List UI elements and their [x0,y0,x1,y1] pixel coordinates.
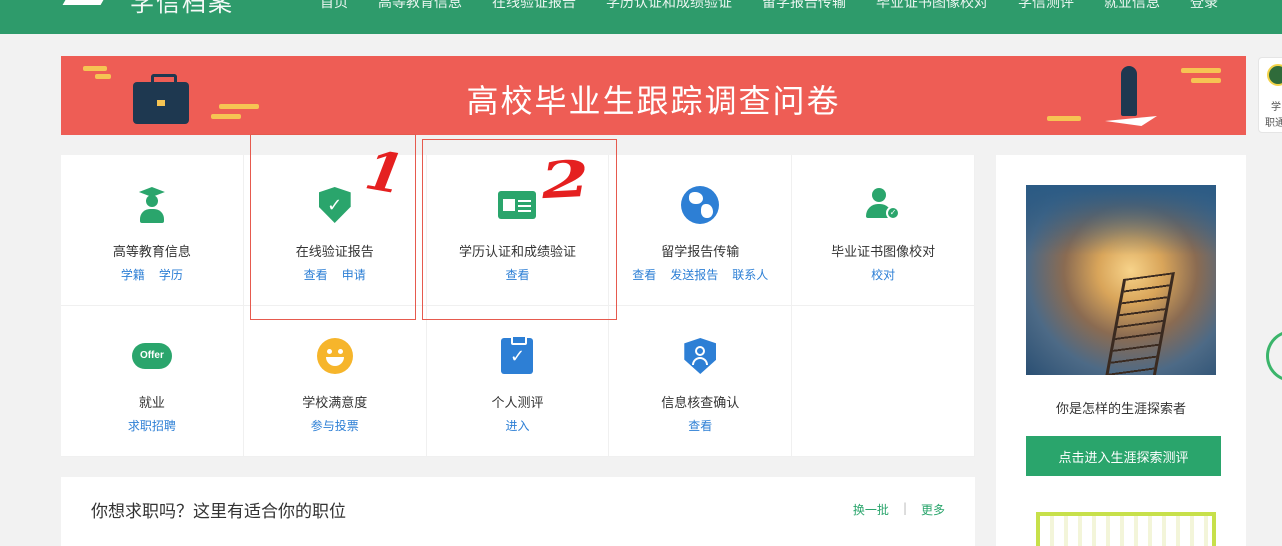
logo-mark-icon [60,0,120,13]
jobs-section: 你想求职吗？这里有适合你的职位 换一批 | 更多 [61,477,975,546]
offer-badge: Offer [131,343,172,369]
refresh-jobs-link[interactable]: 换一批 [853,501,889,518]
graduate-figure-icon [1121,66,1137,116]
annotation-number-2: 2 [538,148,593,211]
clipboard-check-icon: ✓ [497,335,537,376]
service-personal-assessment: ✓ 个人测评 进入 [426,306,610,457]
service-empty-cell [792,306,975,457]
jobs-title: 你想求职吗？这里有适合你的职位 [91,502,346,522]
link-enter[interactable]: 进入 [505,417,529,434]
banner-deco [1047,116,1081,121]
service-name: 学校满意度 [302,396,368,411]
survey-banner[interactable]: 高校毕业生跟踪调查问卷 [61,56,1246,135]
link-view[interactable]: 查看 [632,266,656,283]
user-check-icon: ✓ [863,185,903,225]
service-study-abroad-report: 留学报告传输 查看 发送报告 联系人 [609,155,793,306]
nav-item-employment[interactable]: 就业信息 [1104,0,1160,12]
career-ladder-image[interactable] [1026,185,1216,375]
floating-circle-icon[interactable] [1266,330,1282,382]
nav-item-study-abroad[interactable]: 留学报告传输 [762,0,846,12]
service-name: 个人测评 [491,396,544,411]
service-name: 高等教育信息 [112,245,191,260]
nav-item-login[interactable]: 登录 [1190,0,1218,12]
nav-item-verify-report[interactable]: 在线验证报告 [492,0,576,12]
graduate-icon [132,185,172,225]
logo-text: 学信档案 [130,0,234,17]
link-student-status[interactable]: 学籍 [121,266,145,283]
service-name: 信息核查确认 [661,396,740,411]
globe-icon [680,185,720,225]
avatar-icon [1267,64,1282,86]
service-name: 毕业证书图像校对 [831,245,936,260]
service-name: 就业 [138,396,165,411]
offer-icon: Offer [131,336,172,376]
ladder-icon [1103,272,1175,375]
link-degree[interactable]: 学历 [159,266,183,283]
link-check[interactable]: 校对 [871,266,895,283]
banner-deco [1191,78,1221,83]
site-logo[interactable]: 学信档案 [60,0,234,17]
link-job-recruitment[interactable]: 求职招聘 [128,417,176,434]
main-nav: 首页 高等教育信息 在线验证报告 学历认证和成绩验证 留学报告传输 毕业证书图像… [320,0,1218,12]
nav-item-diploma-check[interactable]: 毕业证书图像校对 [876,0,988,12]
service-school-satisfaction: 学校满意度 参与投票 [243,306,427,457]
career-assessment-button[interactable]: 点击进入生涯探索测评 [1026,436,1221,476]
nav-item-home[interactable]: 首页 [320,0,348,12]
side-widget-line2: 职通 [1265,118,1282,129]
user-verify-icon [680,336,720,376]
side-widget-line1: 学 [1271,102,1281,113]
service-employment: Offer 就业 求职招聘 [61,306,244,457]
nav-item-certification[interactable]: 学历认证和成绩验证 [606,0,732,12]
link-contacts[interactable]: 联系人 [732,266,768,283]
service-info-verification: 信息核查确认 查看 [609,306,793,457]
banner-deco [83,66,107,71]
nav-item-assessment[interactable]: 学信测评 [1018,0,1074,12]
smile-icon [315,336,355,376]
qr-code-image [1036,512,1216,546]
link-send-report[interactable]: 发送报告 [670,266,718,283]
floating-side-widget[interactable]: 学 职通 [1258,57,1282,133]
nav-item-education[interactable]: 高等教育信息 [378,0,462,12]
service-education-info: 高等教育信息 学籍 学历 [61,155,244,306]
top-navbar: 学信档案 首页 高等教育信息 在线验证报告 学历认证和成绩验证 留学报告传输 毕… [0,0,1282,34]
career-promo-panel: 你是怎样的生涯探索者 点击进入生涯探索测评 [996,155,1246,546]
link-vote[interactable]: 参与投票 [311,417,359,434]
jobs-actions: 换一批 | 更多 [853,501,945,518]
career-caption: 你是怎样的生涯探索者 [1055,402,1186,417]
link-view[interactable]: 查看 [688,417,712,434]
more-jobs-link[interactable]: 更多 [921,501,945,518]
separator: | [902,501,907,515]
banner-deco [1181,68,1221,73]
service-diploma-image-check: ✓ 毕业证书图像校对 校对 [792,155,975,306]
service-name: 留学报告传输 [661,245,740,260]
